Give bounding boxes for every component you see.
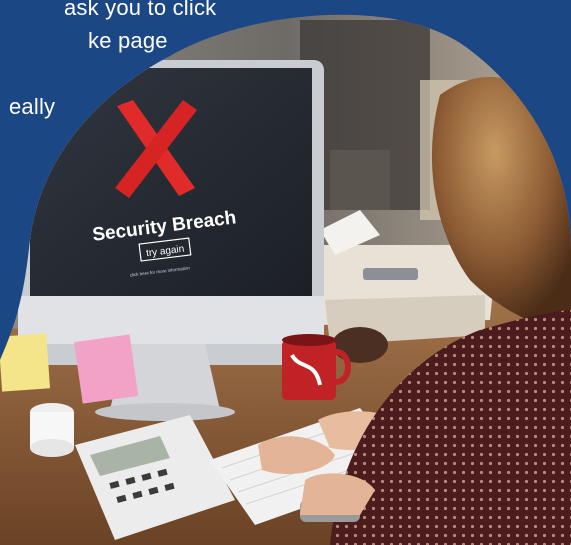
security-breach-photo: Security Breach try again click here for… — [0, 14, 571, 545]
